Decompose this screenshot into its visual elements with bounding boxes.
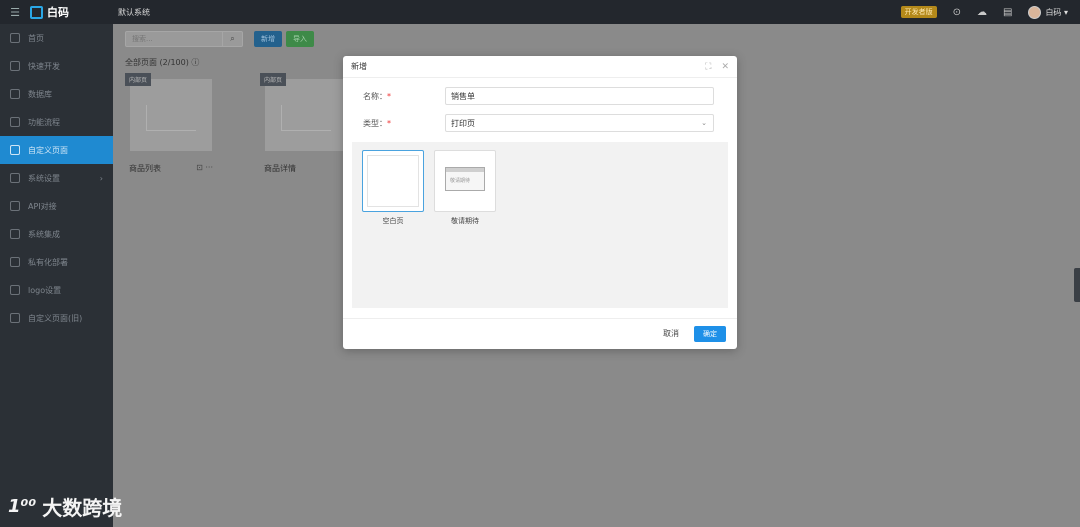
required-mark: * bbox=[387, 91, 391, 101]
type-label: 类型：* bbox=[363, 118, 391, 128]
server-icon bbox=[10, 257, 20, 267]
image-icon bbox=[10, 285, 20, 295]
page-old-icon bbox=[10, 313, 20, 323]
required-mark: * bbox=[387, 118, 391, 128]
app-logo: 白码 bbox=[30, 4, 112, 20]
cloud-icon[interactable]: ☁ bbox=[977, 7, 987, 18]
flow-icon bbox=[10, 117, 20, 127]
sidebar-item-label: 私有化部署 bbox=[28, 257, 68, 267]
chevron-down-icon: ⌄ bbox=[701, 119, 707, 127]
sidebar-item-label: 功能流程 bbox=[28, 117, 60, 127]
sidebar-item-label: 首页 bbox=[28, 33, 44, 43]
chevron-right-icon: › bbox=[99, 173, 103, 183]
sidebar-item-api[interactable]: API对接 bbox=[0, 192, 113, 220]
avatar bbox=[1028, 5, 1042, 19]
sidebar-item-workflow[interactable]: 功能流程 bbox=[0, 108, 113, 136]
integration-icon bbox=[10, 229, 20, 239]
confirm-button[interactable]: 确定 bbox=[694, 326, 726, 342]
new-page-dialog: 新增 ⛶ ✕ 名称：* 销售单 类型：* 打印页 ⌄ 空白页 敬请期待 敬请期待… bbox=[343, 56, 737, 349]
cancel-button[interactable]: 取消 bbox=[663, 328, 679, 339]
watermark: 1⁰⁰ 大数跨境 bbox=[8, 492, 122, 521]
sidebar-item-custom-page[interactable]: 自定义页面 bbox=[0, 136, 113, 164]
name-label: 名称：* bbox=[363, 91, 391, 101]
user-name: 白码 ▾ bbox=[1045, 7, 1068, 17]
fullscreen-icon[interactable]: ⛶ bbox=[705, 62, 711, 72]
template-blank[interactable] bbox=[362, 150, 424, 212]
database-icon bbox=[10, 89, 20, 99]
name-input[interactable]: 销售单 bbox=[445, 87, 714, 105]
sidebar-item-label: logo设置 bbox=[28, 285, 62, 295]
type-select[interactable]: 打印页 ⌄ bbox=[445, 114, 714, 132]
sidebar-item-label: 自定义页面(旧) bbox=[28, 313, 83, 323]
sidebar-item-quick-dev[interactable]: 快速开发 bbox=[0, 52, 113, 80]
home-icon bbox=[10, 33, 20, 43]
sidebar-item-logo-settings[interactable]: logo设置 bbox=[0, 276, 113, 304]
book-icon[interactable]: ▤ bbox=[1003, 7, 1012, 18]
side-handle[interactable] bbox=[1074, 268, 1080, 302]
dialog-header: 新增 ⛶ ✕ bbox=[343, 56, 737, 78]
page-icon bbox=[10, 145, 20, 155]
dialog-title: 新增 bbox=[351, 62, 367, 71]
watermark-text: 大数跨境 bbox=[42, 496, 123, 520]
dialog-footer: 取消 确定 bbox=[343, 318, 737, 349]
sidebar-item-label: 系统集成 bbox=[28, 229, 60, 239]
rocket-icon bbox=[10, 61, 20, 71]
sidebar: 首页 快速开发 数据库 功能流程 自定义页面 系统设置 › API对接 系统集成 … bbox=[0, 24, 113, 527]
system-name[interactable]: 默认系统 bbox=[118, 7, 150, 18]
template-label: 空白页 bbox=[382, 217, 404, 225]
sidebar-item-label: API对接 bbox=[28, 201, 57, 211]
user-menu[interactable]: 白码 ▾ bbox=[1028, 5, 1068, 19]
screen-text: 敬请期待 bbox=[450, 178, 471, 184]
logo-mark-icon bbox=[30, 5, 43, 19]
menu-icon[interactable]: ☰ bbox=[0, 6, 30, 19]
developer-badge[interactable]: 开发者版 bbox=[900, 6, 937, 18]
screen-icon: 敬请期待 bbox=[445, 167, 485, 191]
blank-page-icon bbox=[367, 155, 419, 207]
sidebar-item-integration[interactable]: 系统集成 bbox=[0, 220, 113, 248]
close-icon[interactable]: ✕ bbox=[721, 62, 729, 72]
top-bar: ☰ 白码 默认系统 开发者版 ⊙ ☁ ▤ 白码 ▾ bbox=[0, 0, 1080, 24]
template-panel: 空白页 敬请期待 敬请期待 bbox=[352, 142, 728, 308]
template-coming-soon[interactable]: 敬请期待 bbox=[434, 150, 496, 212]
api-icon bbox=[10, 201, 20, 211]
type-row: 类型：* 打印页 ⌄ bbox=[343, 114, 737, 132]
sidebar-item-label: 数据库 bbox=[28, 89, 52, 99]
sidebar-item-label: 系统设置 bbox=[28, 173, 60, 183]
watermark-logo: 1⁰⁰ bbox=[8, 496, 37, 517]
sidebar-item-label: 自定义页面 bbox=[28, 145, 68, 155]
monitor-icon bbox=[10, 173, 20, 183]
name-row: 名称：* 销售单 bbox=[343, 87, 737, 105]
type-select-value: 打印页 bbox=[451, 118, 475, 128]
sidebar-item-custom-page-old[interactable]: 自定义页面(旧) bbox=[0, 304, 113, 332]
sidebar-item-home[interactable]: 首页 bbox=[0, 24, 113, 52]
template-label: 敬请期待 bbox=[451, 217, 479, 225]
sidebar-item-database[interactable]: 数据库 bbox=[0, 80, 113, 108]
logo-text: 白码 bbox=[47, 6, 69, 19]
play-circle-icon[interactable]: ⊙ bbox=[953, 7, 961, 18]
sidebar-item-label: 快速开发 bbox=[28, 61, 60, 71]
sidebar-item-private-deploy[interactable]: 私有化部署 bbox=[0, 248, 113, 276]
sidebar-item-settings[interactable]: 系统设置 › bbox=[0, 164, 113, 192]
